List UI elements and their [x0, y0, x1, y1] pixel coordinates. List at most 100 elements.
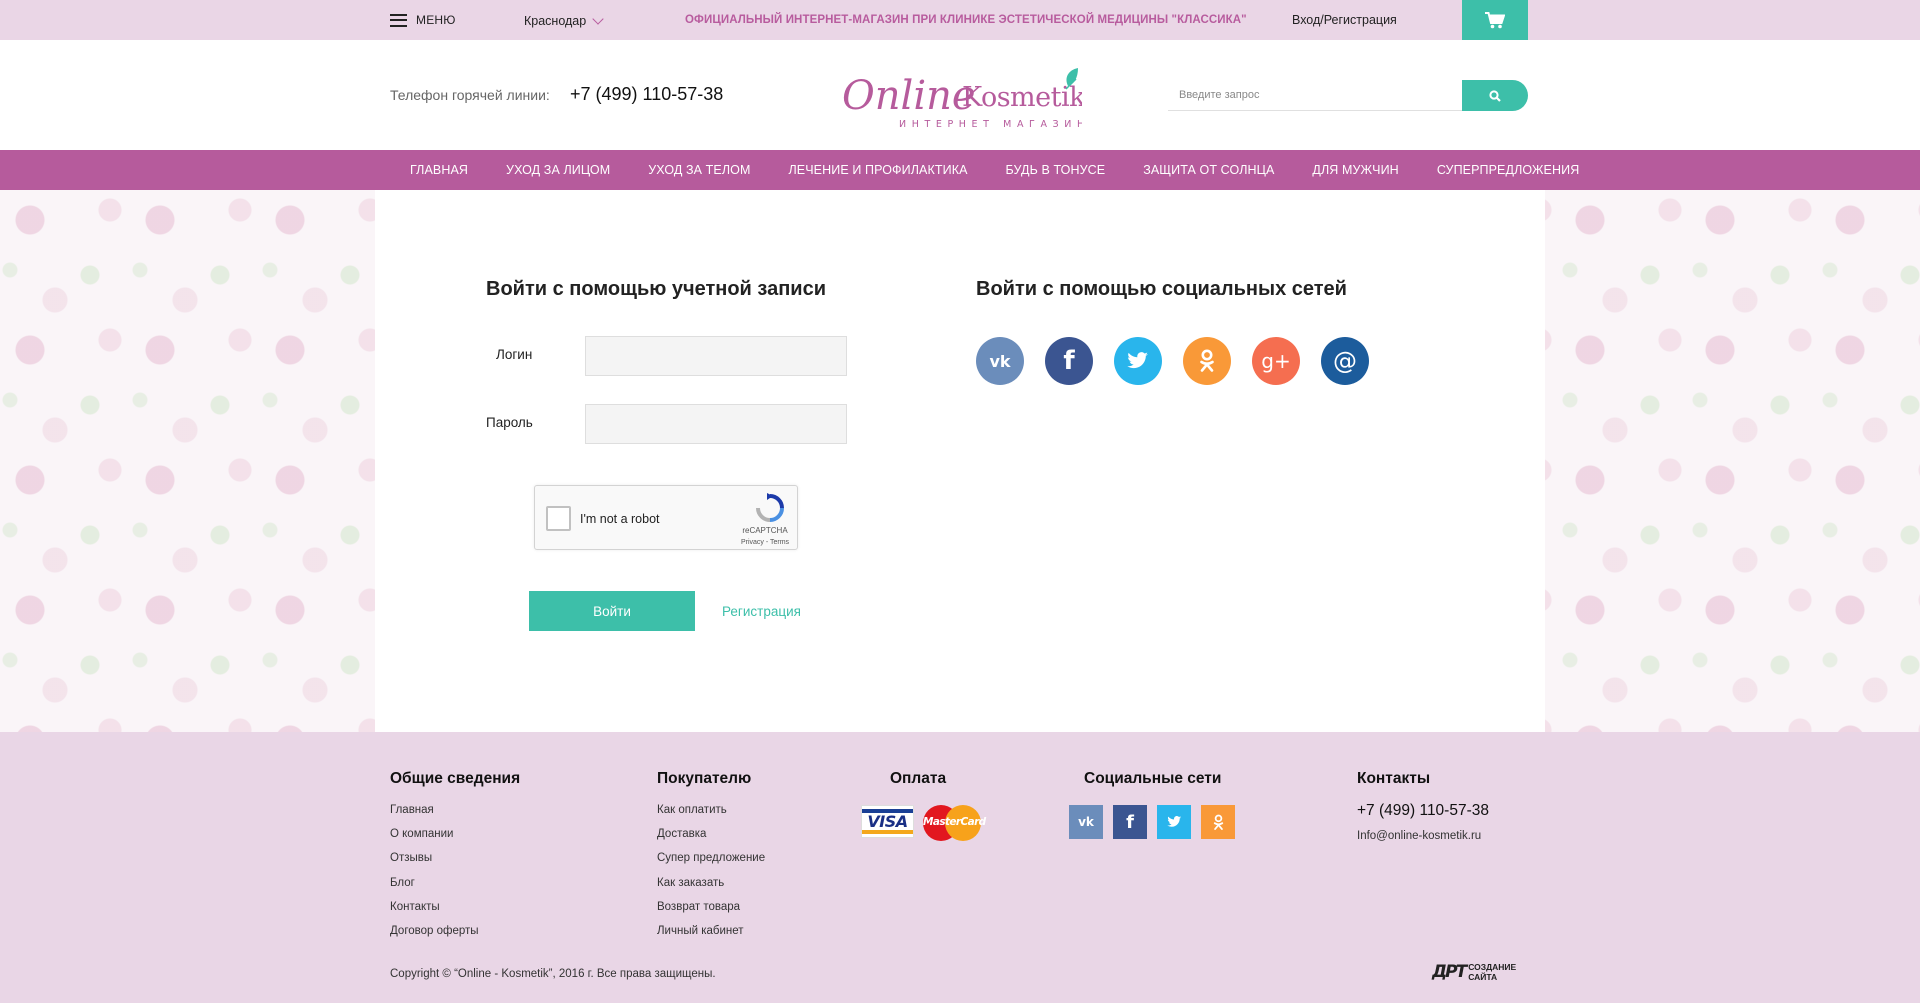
footer-phone[interactable]: +7 (499) 110-57-38	[1357, 802, 1489, 820]
footer-vk-link[interactable]: vk	[1069, 805, 1103, 839]
developer-logo-line2: САЙТА	[1468, 972, 1498, 982]
site-header: Телефон горячей линии: +7 (499) 110-57-3…	[390, 40, 1528, 150]
vk-icon: vk	[1078, 815, 1094, 829]
site-logo[interactable]: Online Kosmetik ИНТЕРНЕТ МАГАЗИН	[842, 64, 1082, 132]
recaptcha-checkbox[interactable]	[546, 506, 571, 531]
footer-link-reviews[interactable]: Отзывы	[390, 846, 520, 870]
footer-twitter-link[interactable]	[1157, 805, 1191, 839]
google-plus-login-button[interactable]: g+	[1252, 337, 1300, 385]
developer-logo-mark: ДРТ	[1432, 962, 1467, 982]
footer-general-title: Общие сведения	[390, 770, 521, 787]
footer-social-links: vk f	[1069, 805, 1235, 839]
footer-link-how-to-pay[interactable]: Как оплатить	[657, 798, 765, 822]
vk-login-button[interactable]: vk	[976, 337, 1024, 385]
login-label: Логин	[496, 347, 533, 362]
password-input[interactable]	[585, 404, 847, 444]
nav-item-home[interactable]: ГЛАВНАЯ	[391, 150, 487, 190]
footer-social-title: Социальные сети	[1084, 770, 1222, 787]
footer-link-super-offer[interactable]: Супер предложение	[657, 846, 765, 870]
footer-contacts-column: Контакты	[1357, 770, 1430, 798]
recaptcha-widget: I'm not a robot reCAPTCHA Privacy - Term…	[534, 485, 798, 550]
nav-item-body-care[interactable]: УХОД ЗА ТЕЛОМ	[629, 150, 769, 190]
odnoklassniki-icon	[1200, 349, 1214, 372]
footer-buyer-title: Покупателю	[657, 770, 752, 787]
nav-item-treatment[interactable]: ЛЕЧЕНИЕ И ПРОФИЛАКТИКА	[770, 150, 987, 190]
twitter-login-button[interactable]	[1114, 337, 1162, 385]
mastercard-logo-text: MasterCard	[923, 816, 986, 828]
footer-payment-title: Оплата	[890, 770, 947, 787]
hotline-label: Телефон горячей линии:	[390, 87, 550, 103]
logo-text: Online	[842, 73, 976, 119]
cart-button[interactable]	[1462, 0, 1528, 40]
login-register-link[interactable]: Вход/Регистрация	[1292, 13, 1397, 27]
city-label: Краснодар	[524, 14, 587, 28]
footer-link-contacts[interactable]: Контакты	[390, 895, 520, 919]
cart-icon	[1485, 11, 1505, 28]
footer-link-returns[interactable]: Возврат товара	[657, 895, 765, 919]
developer-logo-line1: СОЗДАНИЕ	[1468, 962, 1517, 972]
logo-subtext: ИНТЕРНЕТ МАГАЗИН	[899, 119, 1082, 130]
footer-contacts-title: Контакты	[1357, 770, 1431, 787]
odnoklassniki-icon	[1213, 814, 1223, 830]
hamburger-icon	[390, 13, 407, 27]
register-link[interactable]: Регистрация	[722, 604, 801, 619]
search-bar	[1168, 80, 1528, 111]
recaptcha-logo-icon	[756, 493, 784, 522]
search-input[interactable]	[1168, 80, 1464, 111]
twitter-icon	[1166, 816, 1181, 827]
payment-logos: VISA MasterCard	[861, 805, 986, 841]
search-button[interactable]	[1462, 80, 1528, 111]
nav-item-sun-protection[interactable]: ЗАЩИТА ОТ СОЛНЦА	[1124, 150, 1293, 190]
login-submit-button[interactable]: Войти	[529, 591, 695, 631]
nav-item-super-offers[interactable]: СУПЕРПРЕДЛОЖЕНИЯ	[1418, 150, 1599, 190]
login-input[interactable]	[585, 336, 847, 376]
developer-logo-text: СОЗДАНИЕ САЙТА	[1468, 962, 1516, 982]
city-selector[interactable]: Краснодар	[524, 13, 604, 28]
site-footer: Общие сведения Главная О компании Отзывы…	[0, 732, 1920, 1003]
password-label: Пароль	[486, 415, 533, 430]
footer-facebook-link[interactable]: f	[1113, 805, 1147, 839]
main-navigation: ГЛАВНАЯ УХОД ЗА ЛИЦОМ УХОД ЗА ТЕЛОМ ЛЕЧЕ…	[0, 150, 1920, 190]
visa-logo: VISA	[861, 805, 914, 838]
recaptcha-links[interactable]: Privacy - Terms	[735, 539, 795, 546]
footer-payment-column: Оплата	[890, 770, 946, 798]
mail-ru-icon: @	[1333, 347, 1357, 375]
promo-banner: ОФИЦИАЛЬНЫЙ ИНТЕРНЕТ-МАГАЗИН ПРИ КЛИНИКЕ…	[685, 14, 1247, 26]
footer-buyer-column: Покупателю Как оплатить Доставка Супер п…	[657, 770, 765, 943]
developer-logo[interactable]: ДРТ СОЗДАНИЕ САЙТА	[1432, 962, 1516, 982]
recaptcha-brand: reCAPTCHA	[742, 526, 788, 535]
odnoklassniki-login-button[interactable]	[1183, 337, 1231, 385]
recaptcha-label: I'm not a robot	[580, 512, 660, 526]
footer-social-column: Социальные сети	[1084, 770, 1221, 798]
footer-odnoklassniki-link[interactable]	[1201, 805, 1235, 839]
twitter-icon	[1127, 352, 1148, 369]
top-bar: МЕНЮ Краснодар ОФИЦИАЛЬНЫЙ ИНТЕРНЕТ-МАГА…	[0, 0, 1920, 40]
copyright-text: Copyright © “Online - Kosmetik”, 2016 г.…	[390, 968, 716, 980]
nav-item-for-men[interactable]: ДЛЯ МУЖЧИН	[1293, 150, 1417, 190]
footer-link-offer-agreement[interactable]: Договор оферты	[390, 919, 520, 943]
facebook-icon: f	[1063, 346, 1075, 376]
hotline-number[interactable]: +7 (499) 110-57-38	[570, 84, 723, 105]
footer-general-column: Общие сведения Главная О компании Отзывы…	[390, 770, 520, 943]
footer-email[interactable]: Info@online-kosmetik.ru	[1357, 830, 1481, 842]
footer-link-account[interactable]: Личный кабинет	[657, 919, 765, 943]
chevron-down-icon	[592, 13, 604, 25]
svg-text:Kosmetik: Kosmetik	[962, 82, 1082, 113]
footer-link-how-to-order[interactable]: Как заказать	[657, 871, 765, 895]
visa-logo-text: VISA	[867, 812, 908, 831]
menu-button[interactable]: МЕНЮ	[390, 13, 456, 27]
mail-ru-login-button[interactable]: @	[1321, 337, 1369, 385]
google-plus-icon: g+	[1261, 349, 1291, 373]
footer-link-blog[interactable]: Блог	[390, 871, 520, 895]
footer-link-home[interactable]: Главная	[390, 798, 520, 822]
footer-link-delivery[interactable]: Доставка	[657, 822, 765, 846]
footer-link-about[interactable]: О компании	[390, 822, 520, 846]
facebook-login-button[interactable]: f	[1045, 337, 1093, 385]
menu-label: МЕНЮ	[416, 13, 456, 27]
search-icon	[1489, 89, 1501, 102]
account-login-title: Войти с помощью учетной записи	[486, 278, 826, 300]
nav-item-tonus[interactable]: БУДЬ В ТОНУСЕ	[987, 150, 1125, 190]
nav-item-face-care[interactable]: УХОД ЗА ЛИЦОМ	[487, 150, 629, 190]
vk-icon: vk	[989, 351, 1011, 371]
social-login-title: Войти с помощью социальных сетей	[976, 278, 1347, 300]
